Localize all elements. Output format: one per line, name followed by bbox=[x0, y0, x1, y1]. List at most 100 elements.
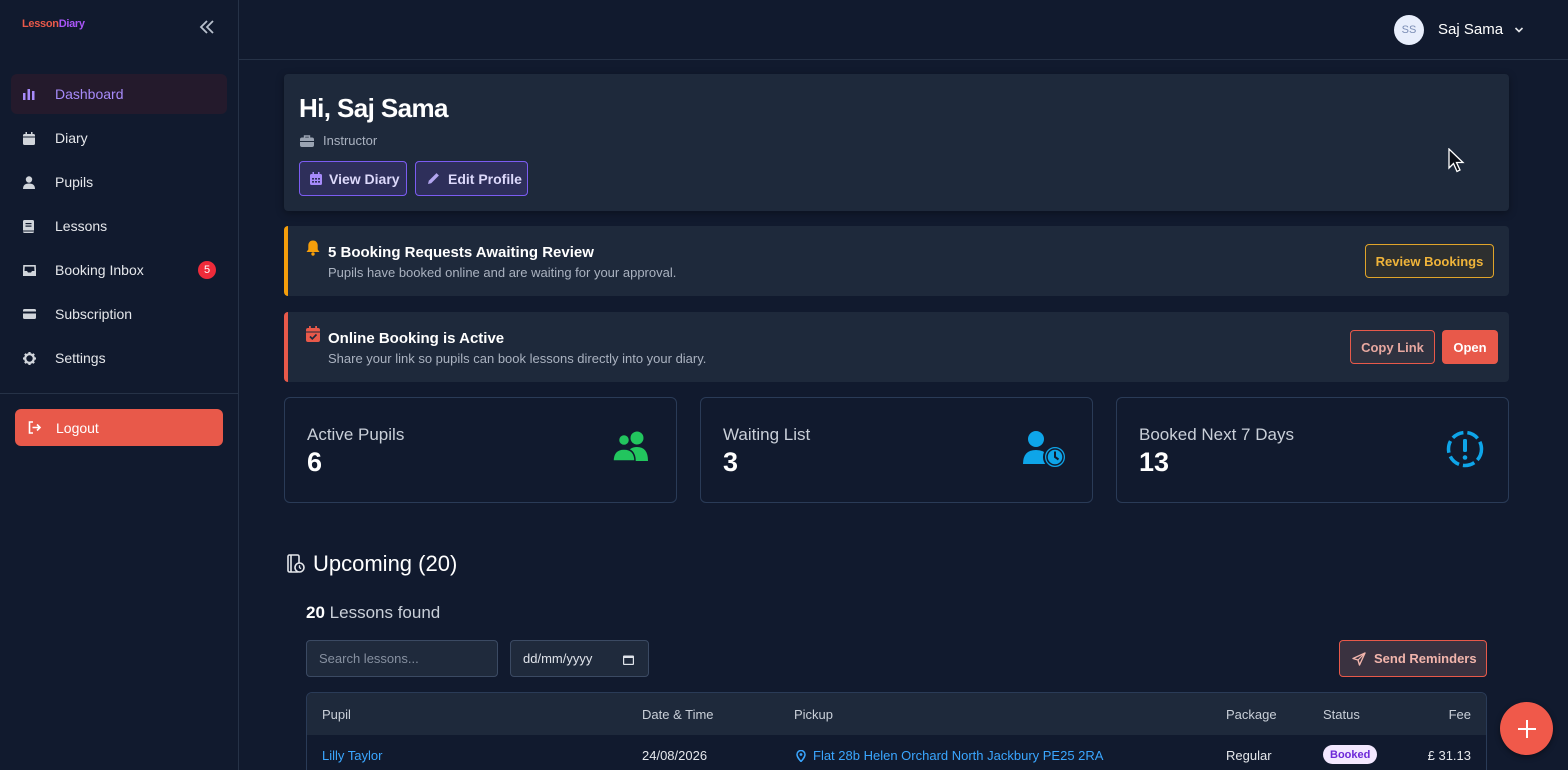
gear-icon bbox=[22, 351, 36, 365]
lessons-count: 20 bbox=[306, 603, 325, 622]
booking-requests-alert: 5 Booking Requests Awaiting Review Pupil… bbox=[284, 226, 1509, 296]
edit-profile-button[interactable]: Edit Profile bbox=[415, 161, 528, 196]
sidebar-item-label: Dashboard bbox=[55, 86, 124, 102]
column-header-pickup[interactable]: Pickup bbox=[794, 707, 833, 722]
calendar-icon[interactable] bbox=[623, 653, 634, 668]
alert-title: 5 Booking Requests Awaiting Review bbox=[328, 244, 594, 261]
column-header-package[interactable]: Package bbox=[1226, 707, 1277, 722]
logout-button[interactable]: Logout bbox=[15, 409, 223, 446]
role-label: Instructor bbox=[323, 133, 378, 148]
book-clock-icon bbox=[287, 554, 305, 574]
date-placeholder: dd/mm/yyyy bbox=[523, 651, 593, 666]
alert-circle-icon bbox=[1446, 430, 1484, 473]
stat-value: 6 bbox=[307, 447, 323, 477]
sidebar-item-label: Pupils bbox=[55, 174, 94, 190]
avatar[interactable]: SS bbox=[1394, 15, 1424, 45]
welcome-card: Hi, Saj Sama Instructor View Diary Edit … bbox=[284, 74, 1509, 211]
top-bar: SS Saj Sama bbox=[239, 0, 1568, 60]
user-name[interactable]: Saj Sama bbox=[1438, 21, 1503, 38]
lessons-table: Pupil Date & Time Pickup Package Status … bbox=[306, 692, 1487, 770]
sidebar-item-pupils[interactable]: Pupils bbox=[11, 162, 227, 202]
online-booking-alert: Online Booking is Active Share your link… bbox=[284, 312, 1509, 382]
open-link-button[interactable]: Open bbox=[1442, 330, 1498, 364]
book-icon bbox=[22, 219, 36, 233]
users-icon bbox=[612, 430, 652, 467]
app-logo[interactable]: LessonDiary bbox=[22, 18, 85, 30]
user-icon bbox=[22, 175, 36, 189]
sidebar-item-lessons[interactable]: Lessons bbox=[11, 206, 227, 246]
sidebar-item-label: Diary bbox=[55, 130, 88, 146]
sidebar-item-label: Settings bbox=[55, 350, 106, 366]
calendar-icon bbox=[310, 172, 322, 185]
briefcase-icon bbox=[300, 134, 314, 147]
pickup-address: Flat 28b Helen Orchard North Jackbury PE… bbox=[813, 748, 1104, 763]
status-badge: Booked bbox=[1323, 745, 1378, 764]
sidebar-item-label: Booking Inbox bbox=[55, 262, 144, 278]
upcoming-title-text: Upcoming (20) bbox=[313, 551, 458, 576]
credit-card-icon bbox=[22, 307, 36, 321]
date-filter-input[interactable]: dd/mm/yyyy bbox=[510, 640, 649, 677]
sidebar-item-booking-inbox[interactable]: Booking Inbox 5 bbox=[11, 250, 227, 290]
chart-bar-icon bbox=[22, 87, 36, 101]
sidebar-item-subscription[interactable]: Subscription bbox=[11, 294, 227, 334]
column-header-pupil[interactable]: Pupil bbox=[322, 707, 351, 722]
review-bookings-button[interactable]: Review Bookings bbox=[1365, 244, 1494, 278]
collapse-sidebar-icon[interactable] bbox=[198, 18, 218, 40]
send-icon bbox=[1352, 651, 1366, 666]
map-pin-icon bbox=[796, 749, 806, 762]
edit-profile-label: Edit Profile bbox=[448, 170, 522, 187]
pupil-name-link[interactable]: Lilly Taylor bbox=[322, 748, 382, 763]
pencil-icon bbox=[426, 171, 441, 186]
stat-label: Booked Next 7 Days bbox=[1139, 425, 1294, 444]
plus-icon bbox=[1517, 719, 1537, 739]
mouse-cursor-icon bbox=[1448, 147, 1466, 179]
logout-icon bbox=[28, 421, 42, 434]
send-reminders-button[interactable]: Send Reminders bbox=[1339, 640, 1487, 677]
alert-title: Online Booking is Active bbox=[328, 330, 505, 347]
inbox-count-badge: 5 bbox=[198, 261, 216, 279]
bell-icon bbox=[306, 240, 320, 261]
add-lesson-button[interactable] bbox=[1500, 702, 1553, 755]
send-reminders-label: Send Reminders bbox=[1374, 651, 1477, 666]
user-role: Instructor bbox=[300, 133, 377, 148]
pickup-address-link[interactable]: Flat 28b Helen Orchard North Jackbury PE… bbox=[796, 748, 1103, 763]
column-header-fee[interactable]: Fee bbox=[1449, 707, 1471, 722]
sidebar-nav: Dashboard Diary Pupils Lessons Booking I… bbox=[11, 74, 227, 382]
stat-value: 3 bbox=[723, 447, 739, 477]
stat-card-waiting-list[interactable]: Waiting List 3 bbox=[700, 397, 1093, 503]
calendar-check-icon bbox=[306, 326, 320, 347]
greeting-title: Hi, Saj Sama bbox=[299, 93, 448, 123]
sidebar-item-settings[interactable]: Settings bbox=[11, 338, 227, 378]
sidebar-item-label: Lessons bbox=[55, 218, 108, 234]
stat-label: Active Pupils bbox=[307, 425, 405, 444]
column-header-status[interactable]: Status bbox=[1323, 707, 1360, 722]
lesson-fee: £ 31.13 bbox=[1427, 748, 1471, 763]
search-lessons-input[interactable] bbox=[306, 640, 498, 677]
view-diary-button[interactable]: View Diary bbox=[299, 161, 407, 196]
sidebar-item-dashboard[interactable]: Dashboard bbox=[11, 74, 227, 114]
stat-label: Waiting List bbox=[723, 425, 811, 444]
stat-card-booked-next-7-days[interactable]: Booked Next 7 Days 13 bbox=[1116, 397, 1509, 503]
user-clock-icon bbox=[1022, 430, 1068, 475]
copy-link-button[interactable]: Copy Link bbox=[1350, 330, 1435, 364]
stat-value: 13 bbox=[1139, 447, 1170, 477]
column-header-date-time[interactable]: Date & Time bbox=[642, 707, 714, 722]
alert-subtitle: Pupils have booked online and are waitin… bbox=[328, 265, 677, 280]
table-header: Pupil Date & Time Pickup Package Status … bbox=[307, 693, 1486, 735]
stat-card-active-pupils[interactable]: Active Pupils 6 bbox=[284, 397, 677, 503]
upcoming-title: Upcoming (20) bbox=[287, 551, 457, 577]
package-name: Regular bbox=[1226, 748, 1272, 763]
sidebar-item-diary[interactable]: Diary bbox=[11, 118, 227, 158]
logout-label: Logout bbox=[56, 419, 99, 436]
lessons-found-label: Lessons found bbox=[329, 603, 441, 622]
view-diary-label: View Diary bbox=[329, 170, 400, 187]
lessons-found-count: 20 Lessons found bbox=[306, 603, 440, 623]
alert-subtitle: Share your link so pupils can book lesso… bbox=[328, 351, 707, 366]
chevron-down-icon[interactable] bbox=[1514, 22, 1526, 34]
calendar-icon bbox=[22, 131, 36, 145]
sidebar-item-label: Subscription bbox=[55, 306, 133, 322]
lesson-date: 24/08/2026 bbox=[642, 748, 708, 763]
inbox-icon bbox=[22, 263, 36, 277]
sidebar-divider bbox=[0, 393, 239, 394]
sidebar: LessonDiary Dashboard Diary Pupils Lesso… bbox=[0, 0, 239, 770]
